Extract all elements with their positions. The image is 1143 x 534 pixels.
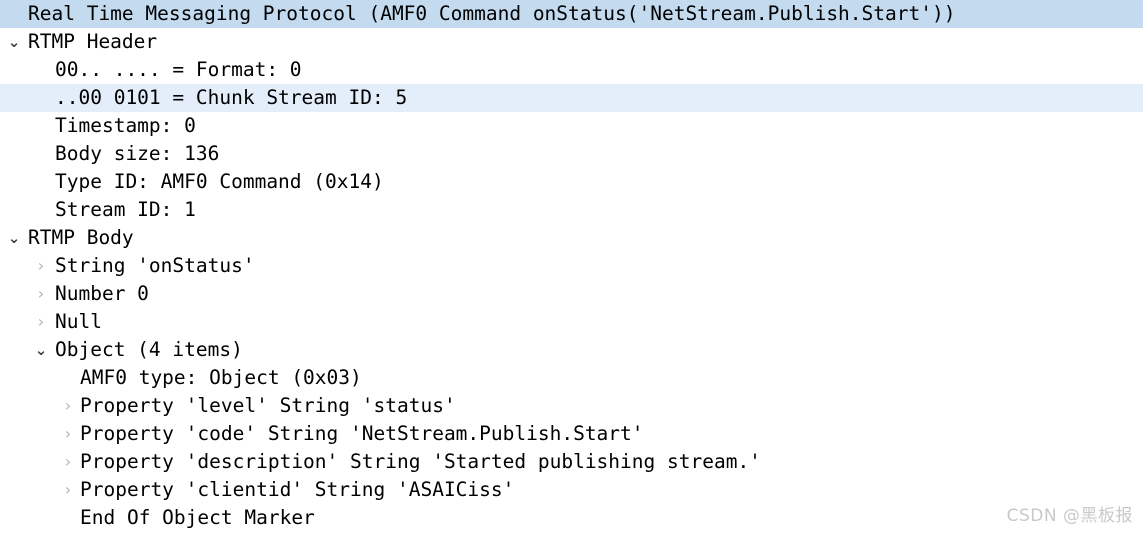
tree-row-property-code[interactable]: › Property 'code' String 'NetStream.Publi… xyxy=(0,420,1143,448)
tree-row-type-id-field[interactable]: Type ID: AMF0 Command (0x14) xyxy=(0,168,1143,196)
chevron-right-icon[interactable]: › xyxy=(60,448,76,476)
chevron-right-icon[interactable]: › xyxy=(33,308,49,336)
tree-row-label: 00.. .... = Format: 0 xyxy=(55,58,302,81)
tree-row-label: RTMP Body xyxy=(28,226,134,249)
watermark: CSDN @黑板报 xyxy=(1006,506,1133,526)
tree-row-label: RTMP Header xyxy=(28,30,158,53)
tree-row-amf0-type-field[interactable]: AMF0 type: Object (0x03) xyxy=(0,364,1143,392)
tree-row-string-onstatus[interactable]: › String 'onStatus' xyxy=(0,252,1143,280)
tree-row-label: Property 'level' String 'status' xyxy=(80,394,456,417)
tree-row-property-clientid[interactable]: › Property 'clientid' String 'ASAICiss' xyxy=(0,476,1143,504)
tree-row-label: Number 0 xyxy=(55,282,149,305)
tree-row-label: Object (4 items) xyxy=(55,338,243,361)
tree-row-rtmp-header[interactable]: ⌄ RTMP Header xyxy=(0,28,1143,56)
tree-row-label: AMF0 type: Object (0x03) xyxy=(80,366,362,389)
chevron-right-icon[interactable]: › xyxy=(33,280,49,308)
tree-row-label: Body size: 136 xyxy=(55,142,220,165)
chevron-right-icon[interactable]: › xyxy=(60,476,76,504)
tree-row-label: Property 'code' String 'NetStream.Publis… xyxy=(80,422,644,445)
tree-row-chunk-stream-id-field[interactable]: ..00 0101 = Chunk Stream ID: 5 xyxy=(0,84,1143,112)
chevron-down-icon[interactable]: ⌄ xyxy=(6,28,22,56)
chevron-down-icon[interactable]: ⌄ xyxy=(6,224,22,252)
chevron-right-icon[interactable]: › xyxy=(33,252,49,280)
tree-row-timestamp-field[interactable]: Timestamp: 0 xyxy=(0,112,1143,140)
tree-row-rtmp-body[interactable]: ⌄ RTMP Body xyxy=(0,224,1143,252)
tree-row-label: Real Time Messaging Protocol (AMF0 Comma… xyxy=(28,2,956,25)
tree-row-end-of-object-marker[interactable]: End Of Object Marker xyxy=(0,504,1143,532)
tree-row-protocol-root[interactable]: Real Time Messaging Protocol (AMF0 Comma… xyxy=(0,0,1143,28)
chevron-right-icon[interactable]: › xyxy=(60,420,76,448)
tree-row-object-node[interactable]: ⌄ Object (4 items) xyxy=(0,336,1143,364)
tree-row-label: Type ID: AMF0 Command (0x14) xyxy=(55,170,384,193)
tree-row-label: Property 'description' String 'Started p… xyxy=(80,450,761,473)
tree-row-format-field[interactable]: 00.. .... = Format: 0 xyxy=(0,56,1143,84)
tree-row-label: Stream ID: 1 xyxy=(55,198,196,221)
tree-row-label: End Of Object Marker xyxy=(80,506,315,529)
chevron-right-icon[interactable]: › xyxy=(60,392,76,420)
packet-detail-tree: Real Time Messaging Protocol (AMF0 Comma… xyxy=(0,0,1143,532)
tree-row-label: Timestamp: 0 xyxy=(55,114,196,137)
tree-row-label: Property 'clientid' String 'ASAICiss' xyxy=(80,478,515,501)
tree-row-label: String 'onStatus' xyxy=(55,254,255,277)
tree-row-property-level[interactable]: › Property 'level' String 'status' xyxy=(0,392,1143,420)
tree-row-property-description[interactable]: › Property 'description' String 'Started … xyxy=(0,448,1143,476)
tree-row-null-value[interactable]: › Null xyxy=(0,308,1143,336)
tree-row-stream-id-field[interactable]: Stream ID: 1 xyxy=(0,196,1143,224)
tree-row-body-size-field[interactable]: Body size: 136 xyxy=(0,140,1143,168)
tree-row-label: Null xyxy=(55,310,102,333)
tree-row-label: ..00 0101 = Chunk Stream ID: 5 xyxy=(55,86,408,109)
chevron-down-icon[interactable]: ⌄ xyxy=(33,336,49,364)
tree-row-number-zero[interactable]: › Number 0 xyxy=(0,280,1143,308)
